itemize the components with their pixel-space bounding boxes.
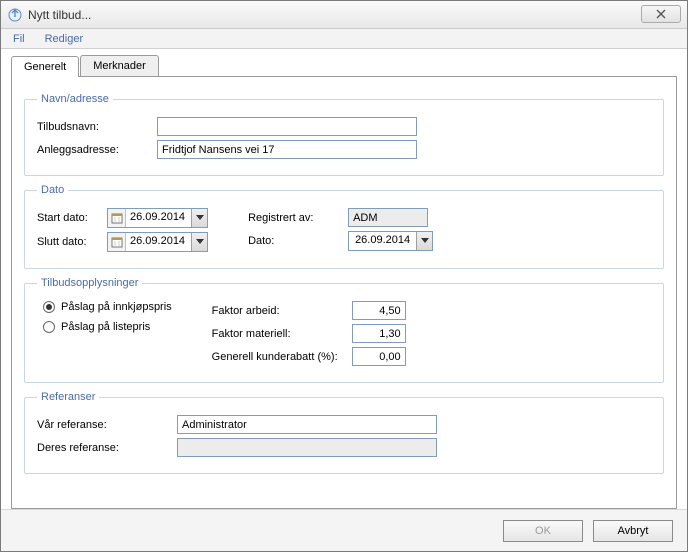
our-ref-input[interactable] bbox=[177, 415, 437, 434]
end-date-picker[interactable]: 26.09.2014 bbox=[107, 232, 208, 252]
ok-button-label: OK bbox=[535, 525, 551, 537]
date-dropdown[interactable] bbox=[416, 232, 432, 250]
chevron-down-icon bbox=[196, 215, 204, 221]
their-ref-label: Deres referanse: bbox=[37, 442, 177, 454]
offer-name-input[interactable] bbox=[157, 117, 417, 136]
menu-edit[interactable]: Rediger bbox=[41, 32, 88, 46]
discount-input[interactable] bbox=[352, 347, 406, 366]
cancel-button[interactable]: Avbryt bbox=[593, 520, 673, 542]
radio-dot-icon bbox=[43, 301, 55, 313]
our-ref-label: Vår referanse: bbox=[37, 419, 177, 431]
registered-by-label: Registrert av: bbox=[248, 212, 348, 224]
tab-pane-general: Navn/adresse Tilbudsnavn: Anleggsadresse… bbox=[11, 76, 677, 509]
radio-markup-cost[interactable]: Påslag på innkjøpspris bbox=[43, 301, 172, 313]
start-date-picker[interactable]: 26.09.2014 bbox=[107, 208, 208, 228]
close-icon bbox=[654, 9, 668, 19]
end-date-dropdown[interactable] bbox=[191, 233, 207, 251]
app-icon bbox=[7, 7, 23, 23]
factor-material-label: Faktor materiell: bbox=[212, 328, 352, 340]
titlebar: Nytt tilbud... bbox=[1, 1, 687, 29]
legend-references: Referanser bbox=[37, 391, 99, 403]
tab-general-label: Generelt bbox=[24, 61, 66, 73]
content-area: Generelt Merknader Navn/adresse Tilbudsn… bbox=[1, 49, 687, 509]
group-offer-info: Tilbudsopplysninger Påslag på innkjøpspr… bbox=[24, 277, 664, 383]
group-references: Referanser Vår referanse: Deres referans… bbox=[24, 391, 664, 474]
registered-by-value bbox=[348, 208, 428, 227]
radio-dot-icon bbox=[43, 321, 55, 333]
date-picker[interactable]: 26.09.2014 bbox=[348, 231, 433, 251]
menu-file[interactable]: Fil bbox=[9, 32, 29, 46]
radio-markup-cost-label: Påslag på innkjøpspris bbox=[61, 301, 172, 313]
menubar: Fil Rediger bbox=[1, 29, 687, 49]
discount-label: Generell kunderabatt (%): bbox=[212, 351, 352, 363]
dialog-footer: OK Avbryt bbox=[1, 509, 687, 551]
ok-button[interactable]: OK bbox=[503, 520, 583, 542]
factor-material-input[interactable] bbox=[352, 324, 406, 343]
site-address-input[interactable] bbox=[157, 140, 417, 159]
calendar-icon bbox=[108, 233, 126, 251]
window-title: Nytt tilbud... bbox=[28, 8, 91, 22]
factor-labor-label: Faktor arbeid: bbox=[212, 305, 352, 317]
close-button[interactable] bbox=[641, 5, 681, 23]
site-address-label: Anleggsadresse: bbox=[37, 144, 157, 156]
radio-markup-list[interactable]: Påslag på listepris bbox=[43, 321, 172, 333]
legend-date: Dato bbox=[37, 184, 68, 196]
date-value: 26.09.2014 bbox=[349, 232, 416, 250]
calendar-icon bbox=[108, 209, 126, 227]
tab-notes-label: Merknader bbox=[93, 60, 146, 72]
chevron-down-icon bbox=[421, 238, 429, 244]
start-date-label: Start dato: bbox=[37, 212, 107, 224]
dialog-window: Nytt tilbud... Fil Rediger Generelt Merk… bbox=[0, 0, 688, 552]
chevron-down-icon bbox=[196, 239, 204, 245]
date-label: Dato: bbox=[248, 235, 348, 247]
end-date-label: Slutt dato: bbox=[37, 236, 107, 248]
group-date: Dato Start dato: 26.09.2014 bbox=[24, 184, 664, 269]
end-date-value: 26.09.2014 bbox=[126, 233, 191, 251]
start-date-dropdown[interactable] bbox=[191, 209, 207, 227]
offer-name-label: Tilbudsnavn: bbox=[37, 121, 157, 133]
radio-markup-list-label: Påslag på listepris bbox=[61, 321, 150, 333]
legend-name-address: Navn/adresse bbox=[37, 93, 113, 105]
their-ref-input bbox=[177, 438, 437, 457]
tab-notes[interactable]: Merknader bbox=[80, 55, 159, 76]
legend-offer-info: Tilbudsopplysninger bbox=[37, 277, 142, 289]
tab-general[interactable]: Generelt bbox=[11, 56, 79, 77]
factor-labor-input[interactable] bbox=[352, 301, 406, 320]
start-date-value: 26.09.2014 bbox=[126, 209, 191, 227]
tabstrip: Generelt Merknader bbox=[11, 55, 677, 76]
group-name-address: Navn/adresse Tilbudsnavn: Anleggsadresse… bbox=[24, 93, 664, 176]
cancel-button-label: Avbryt bbox=[618, 525, 649, 537]
